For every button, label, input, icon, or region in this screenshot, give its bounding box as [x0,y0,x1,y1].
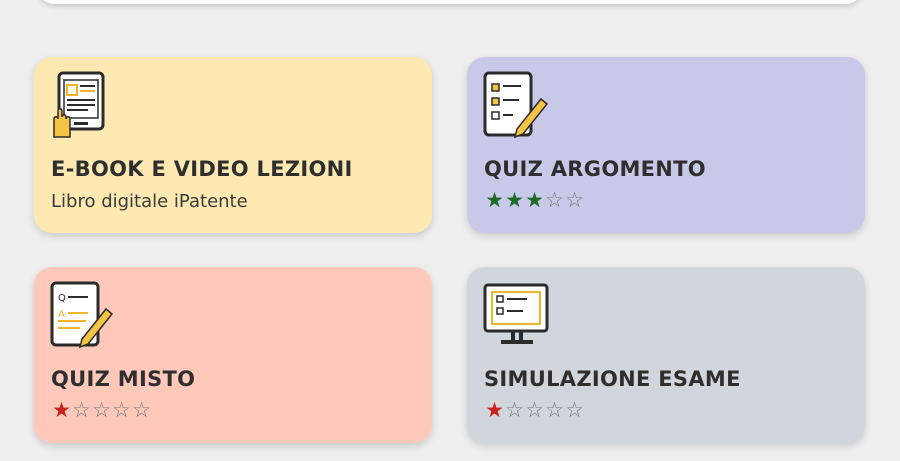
star-empty-icon: ☆ [505,398,524,422]
card-title: QUIZ ARGOMENTO [484,157,706,181]
quiz-qa-pencil-icon: Q A [50,281,114,349]
card-subtitle: Libro digitale iPatente [51,191,248,212]
simulazione-esame-card[interactable]: SIMULAZIONE ESAME ★ ☆ ☆ ☆ ☆ [467,267,865,443]
star-empty-icon: ☆ [72,398,91,422]
svg-text:A: A [58,309,65,320]
star-empty-icon: ☆ [525,398,544,422]
star-empty-icon: ☆ [565,188,584,212]
star-filled-icon: ★ [485,188,504,212]
star-empty-icon: ☆ [112,398,131,422]
card-title: QUIZ MISTO [51,367,196,391]
star-empty-icon: ☆ [92,398,111,422]
star-empty-icon: ☆ [545,398,564,422]
star-filled-icon: ★ [52,398,71,422]
ebook-video-lessons-card[interactable]: E-BOOK E VIDEO LEZIONI Libro digitale iP… [34,57,432,233]
star-filled-icon: ★ [505,188,524,212]
rating-stars: ★ ☆ ☆ ☆ ☆ [484,398,584,422]
star-filled-icon: ★ [485,398,504,422]
card-title: E-BOOK E VIDEO LEZIONI [51,157,353,181]
ebook-tablet-icon [50,71,110,139]
quiz-argomento-card[interactable]: QUIZ ARGOMENTO ★ ★ ★ ☆ ☆ [467,57,865,233]
star-empty-icon: ☆ [565,398,584,422]
checklist-pencil-icon [483,71,549,139]
rating-stars: ★ ☆ ☆ ☆ ☆ [51,398,151,422]
svg-text:Q: Q [58,293,66,304]
quiz-misto-card[interactable]: Q A QUIZ MISTO ★ ☆ ☆ ☆ ☆ [34,267,432,443]
monitor-checklist-icon [483,281,549,349]
star-empty-icon: ☆ [545,188,564,212]
top-card-partial[interactable] [38,0,862,4]
star-empty-icon: ☆ [132,398,151,422]
star-filled-icon: ★ [525,188,544,212]
card-title: SIMULAZIONE ESAME [484,367,741,391]
rating-stars: ★ ★ ★ ☆ ☆ [484,188,584,212]
